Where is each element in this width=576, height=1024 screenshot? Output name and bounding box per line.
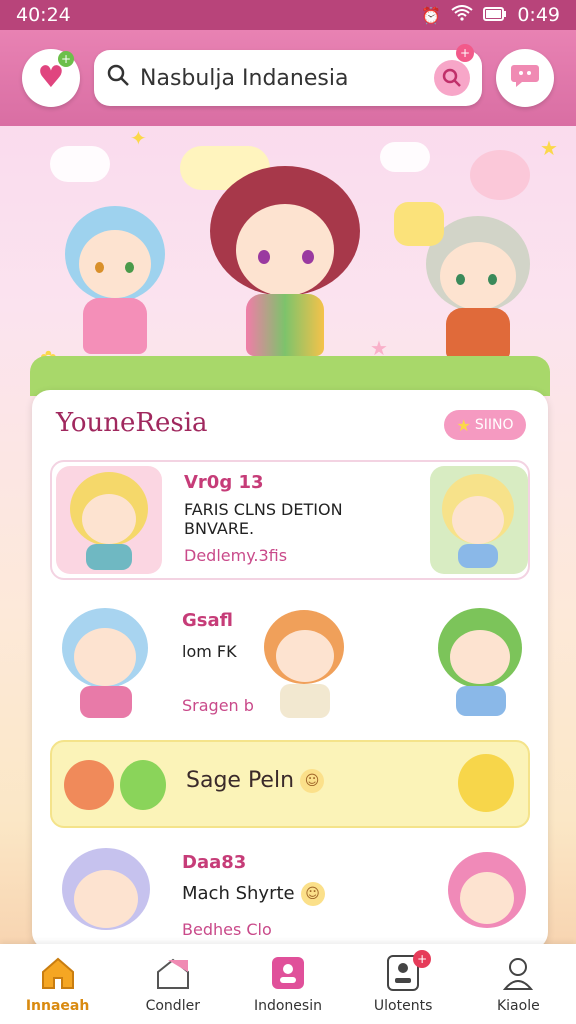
battery-icon [483, 4, 507, 26]
notification-badge: + [413, 950, 432, 968]
cloud [470, 150, 530, 200]
item-title: Sage Peln ☺ [186, 768, 325, 793]
character-thumbnail [434, 604, 528, 724]
character-thumbnail [458, 754, 514, 812]
list-item[interactable]: Daa83 Mach Shyrte ☺ Bedhes Clo [50, 840, 530, 950]
character-thumbnail [446, 848, 528, 948]
star-icon: ★ [456, 415, 471, 435]
chat-button[interactable] [496, 49, 554, 107]
chibi-red-hair [200, 166, 370, 376]
nav-item-home[interactable]: Innaeah [8, 954, 108, 1014]
list-item[interactable]: Sage Peln ☺ [50, 740, 530, 828]
search-bar[interactable]: Nasbulja Indanesia + [94, 44, 482, 106]
status-bar: 40:24 ⏰ 0:49 [0, 0, 576, 30]
item-description: lom FK [182, 642, 237, 661]
status-time: 40:24 [16, 4, 71, 26]
nav-label: Ulotents [373, 998, 433, 1014]
star-icon: ★ [540, 136, 558, 160]
bottom-navigation: Innaeah Condler Indonesin + Ulotents Kia… [0, 944, 576, 1024]
nav-label: Innaeah [25, 998, 90, 1014]
nav-label: Condler [145, 998, 200, 1014]
search-filter-icon[interactable] [434, 60, 470, 96]
card-title: YouneResia [56, 408, 208, 438]
item-subtitle: Sragen b [182, 696, 254, 715]
nav-item-condler[interactable]: Condler [123, 954, 223, 1014]
alarm-icon: ⏰ [421, 5, 442, 25]
nav-item-indonesin[interactable]: Indonesin [238, 954, 338, 1014]
character-thumbnail [56, 604, 156, 724]
favorites-button[interactable]: ♥ + [22, 49, 80, 107]
item-subtitle: Bedhes Clo [182, 920, 272, 939]
nav-label: Kiaole [496, 998, 540, 1014]
character-thumbnail [64, 760, 114, 810]
character-list-card: YouneResia ★ SIINO Vr0g 13 FARIS CLNS DE… [32, 390, 548, 950]
item-description: FARIS CLNS DETION BNVARE. [184, 500, 343, 538]
card-pill-label: SIINO [474, 417, 514, 433]
item-title-text: Sage Peln [186, 768, 295, 793]
profile-icon [499, 954, 537, 992]
home-icon [39, 954, 77, 992]
chat-bubble-icon [510, 61, 540, 96]
hero-illustration: ✦ ★ ✿ ★ [0, 126, 576, 386]
cloud [50, 146, 110, 182]
wifi-icon [451, 5, 473, 25]
mascot-icon [394, 202, 444, 246]
search-badge-dot: + [456, 44, 474, 62]
nav-label: Indonesin [253, 998, 322, 1014]
item-title: Gsafl [182, 610, 233, 631]
cloud [380, 142, 430, 172]
search-input[interactable]: Nasbulja Indanesia [140, 66, 424, 91]
nav-item-profile[interactable]: Kiaole [468, 954, 568, 1014]
character-thumbnail [430, 466, 528, 574]
item-title: Daa83 [182, 852, 247, 873]
battery-text: 0:49 [517, 4, 560, 26]
heart-icon: ♥ [37, 60, 65, 95]
list-item[interactable]: Vr0g 13 FARIS CLNS DETION BNVARE. Dedlem… [50, 460, 530, 580]
item-description: Mach Shyrte ☺ [182, 882, 325, 906]
character-thumbnail [120, 760, 166, 810]
chibi-blue-hair [55, 206, 175, 376]
character-thumbnail [56, 466, 162, 574]
plus-icon: + [58, 51, 74, 67]
person-card-icon [269, 954, 307, 992]
card-badge-button[interactable]: ★ SIINO [444, 410, 526, 440]
list-item[interactable]: Gsafl lom FK Sragen b [50, 600, 530, 730]
nav-item-ulotents[interactable]: + Ulotents [353, 950, 453, 1014]
smile-icon: ☺ [300, 882, 325, 906]
character-thumbnail [260, 606, 350, 724]
character-thumbnail [56, 844, 156, 950]
item-subtitle: Dedlemy.3fis [184, 546, 288, 565]
app-header: ♥ + Nasbulja Indanesia + [0, 30, 576, 126]
search-icon [106, 63, 130, 93]
item-title: Vr0g 13 [184, 472, 264, 493]
star-icon: ✦ [130, 126, 147, 150]
house-icon [154, 954, 192, 992]
item-description-text: Mach Shyrte [182, 883, 295, 904]
smile-icon: ☺ [300, 769, 325, 793]
